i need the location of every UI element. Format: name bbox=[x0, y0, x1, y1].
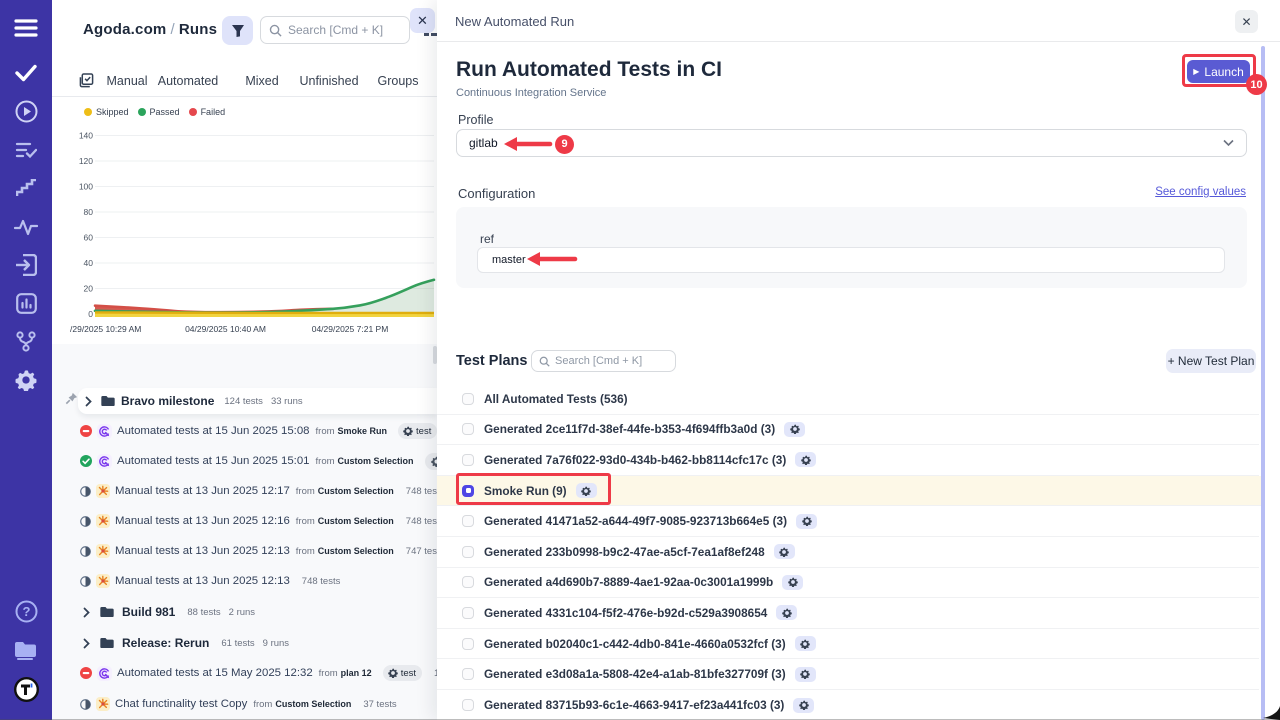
svg-text:04/29/2025 7:21 PM: 04/29/2025 7:21 PM bbox=[312, 324, 389, 334]
svg-text:40: 40 bbox=[84, 258, 94, 268]
svg-text:60: 60 bbox=[84, 233, 94, 243]
svg-text:100: 100 bbox=[79, 182, 93, 192]
svg-text:80: 80 bbox=[84, 207, 94, 217]
svg-text:140: 140 bbox=[79, 131, 93, 141]
svg-text:20: 20 bbox=[84, 284, 94, 294]
svg-text:?: ? bbox=[22, 604, 30, 619]
svg-text:04/29/2025 10:40 AM: 04/29/2025 10:40 AM bbox=[185, 324, 266, 334]
svg-text:0: 0 bbox=[88, 309, 93, 319]
svg-text:/29/2025 10:29 AM: /29/2025 10:29 AM bbox=[70, 324, 141, 334]
svg-text:120: 120 bbox=[79, 156, 93, 166]
